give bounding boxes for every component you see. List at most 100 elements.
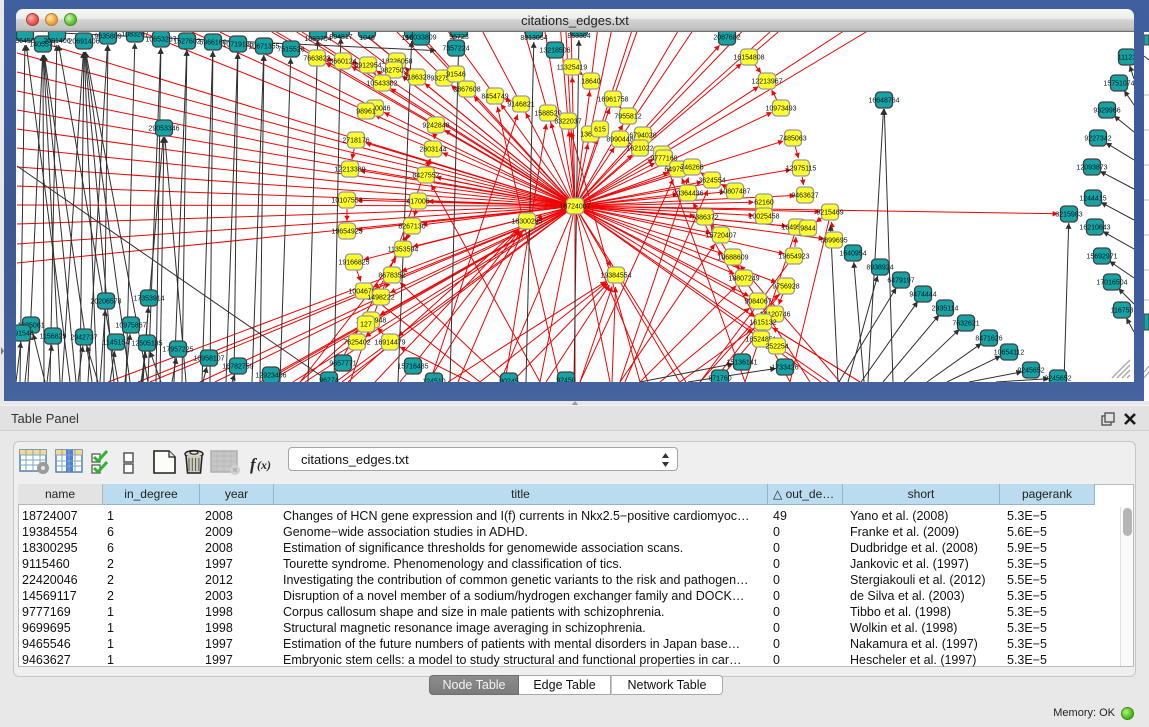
svg-text:2942737: 2942737 bbox=[70, 335, 97, 342]
svg-text:11325419: 11325419 bbox=[557, 65, 588, 72]
svg-text:12213389: 12213389 bbox=[334, 167, 365, 174]
svg-text:11123: 11123 bbox=[1118, 55, 1134, 62]
svg-text:15692971: 15692971 bbox=[1086, 254, 1117, 261]
svg-text:10807487: 10807487 bbox=[719, 189, 750, 196]
svg-text:98961: 98961 bbox=[356, 109, 376, 116]
svg-text:8427552: 8427552 bbox=[412, 173, 439, 180]
svg-text:91546: 91546 bbox=[446, 72, 466, 79]
svg-text:871760: 871760 bbox=[708, 376, 731, 383]
svg-text:18807249: 18807249 bbox=[728, 276, 759, 283]
svg-text:17957225: 17957225 bbox=[162, 347, 193, 354]
svg-text:19384554: 19384554 bbox=[600, 273, 631, 280]
svg-text:1621022: 1621022 bbox=[626, 146, 653, 153]
svg-text:1244415: 1244415 bbox=[1079, 196, 1106, 203]
svg-text:9756928: 9756928 bbox=[772, 284, 799, 291]
svg-text:8938924: 8938924 bbox=[866, 265, 893, 272]
svg-text:9242848: 9242848 bbox=[422, 123, 449, 130]
svg-text:6794028: 6794028 bbox=[629, 133, 656, 140]
svg-text:13218506: 13218506 bbox=[539, 48, 570, 55]
svg-text:10107553: 10107553 bbox=[331, 198, 362, 205]
svg-text:18640: 18640 bbox=[581, 79, 601, 86]
svg-text:7357224: 7357224 bbox=[442, 46, 469, 53]
svg-text:9463627: 9463627 bbox=[791, 193, 818, 200]
svg-text:2935114: 2935114 bbox=[932, 306, 959, 313]
svg-text:1145154: 1145154 bbox=[103, 340, 130, 347]
svg-text:11353594: 11353594 bbox=[388, 247, 419, 254]
svg-text:1498222: 1498222 bbox=[367, 295, 394, 302]
svg-text:2087682: 2087682 bbox=[713, 35, 740, 42]
svg-text:12923406: 12923406 bbox=[255, 373, 286, 380]
svg-text:7515526: 7515526 bbox=[277, 47, 304, 54]
svg-text:10653267: 10653267 bbox=[145, 37, 176, 44]
svg-text:116753: 116753 bbox=[1111, 308, 1134, 315]
svg-text:90245: 90245 bbox=[499, 379, 519, 383]
svg-text:10654112: 10654112 bbox=[994, 350, 1025, 357]
svg-text:7625402: 7625402 bbox=[343, 340, 370, 347]
svg-text:19654925: 19654925 bbox=[331, 229, 362, 236]
svg-text:8678352: 8678352 bbox=[378, 273, 405, 280]
svg-text:10543382: 10543382 bbox=[366, 81, 397, 88]
svg-text:7632621: 7632621 bbox=[952, 321, 979, 328]
svg-text:417006: 417006 bbox=[406, 199, 429, 206]
svg-text:18724007: 18724007 bbox=[559, 204, 590, 211]
svg-text:62160: 62160 bbox=[754, 200, 774, 207]
svg-text:8267130: 8267130 bbox=[398, 224, 425, 231]
svg-text:8912954: 8912954 bbox=[354, 63, 381, 70]
svg-text:16154808: 16154808 bbox=[733, 55, 764, 62]
svg-text:15136141: 15136141 bbox=[726, 360, 757, 367]
svg-text:9827503: 9827503 bbox=[380, 68, 407, 75]
svg-text:29053346: 29053346 bbox=[148, 126, 179, 133]
svg-text:9084067: 9084067 bbox=[744, 299, 771, 306]
svg-text:124510: 124510 bbox=[422, 379, 445, 383]
svg-text:16210643: 16210643 bbox=[1079, 225, 1110, 232]
svg-text:16033809: 16033809 bbox=[405, 35, 436, 42]
svg-text:3215983: 3215983 bbox=[1055, 212, 1082, 219]
svg-text:15720407: 15720407 bbox=[705, 233, 736, 240]
svg-text:9245652: 9245652 bbox=[1044, 376, 1071, 383]
svg-text:20206578: 20206578 bbox=[90, 299, 121, 306]
svg-text:2718176: 2718176 bbox=[342, 138, 369, 145]
svg-text:3624554: 3624554 bbox=[698, 178, 725, 185]
svg-text:9227342: 9227342 bbox=[1084, 136, 1111, 143]
svg-text:10688609: 10688609 bbox=[717, 255, 748, 262]
svg-text:92450: 92450 bbox=[556, 378, 576, 383]
svg-text:7386372: 7386372 bbox=[691, 215, 718, 222]
svg-text:16782759: 16782759 bbox=[222, 364, 253, 371]
svg-text:1156829: 1156829 bbox=[40, 334, 67, 341]
svg-text:2867608: 2867608 bbox=[453, 87, 480, 94]
svg-text:1046: 1046 bbox=[359, 35, 375, 42]
svg-text:9474444: 9474444 bbox=[909, 292, 936, 299]
svg-text:1588520: 1588520 bbox=[534, 111, 561, 118]
svg-text:7485063: 7485063 bbox=[779, 136, 806, 143]
svg-text:9844: 9844 bbox=[800, 226, 816, 233]
svg-text:863304: 863304 bbox=[567, 33, 590, 40]
svg-text:20364436: 20364436 bbox=[672, 191, 703, 198]
svg-text:16914479: 16914479 bbox=[374, 340, 405, 347]
svg-text:127: 127 bbox=[360, 322, 372, 329]
svg-text:6479197: 6479197 bbox=[887, 278, 914, 285]
svg-text:(x): (x) bbox=[257, 458, 271, 472]
svg-text:7663822: 7663822 bbox=[303, 56, 330, 63]
svg-text:1640954: 1640954 bbox=[839, 251, 866, 258]
svg-text:9657771: 9657771 bbox=[329, 361, 356, 368]
svg-text:391544: 391544 bbox=[16, 331, 34, 338]
svg-text:1527602: 1527602 bbox=[173, 39, 200, 46]
svg-text:96274: 96274 bbox=[319, 378, 339, 383]
svg-text:17353914: 17353914 bbox=[133, 296, 164, 303]
svg-text:10958107: 10958107 bbox=[193, 356, 224, 363]
svg-text:10671355: 10671355 bbox=[248, 44, 279, 51]
svg-text:6899695: 6899695 bbox=[820, 238, 847, 245]
svg-text:9146821: 9146821 bbox=[507, 102, 534, 109]
svg-text:1733426: 1733426 bbox=[771, 365, 798, 372]
svg-text:2091406: 2091406 bbox=[43, 38, 70, 45]
svg-text:1615132: 1615132 bbox=[749, 320, 776, 327]
svg-text:8471626: 8471626 bbox=[975, 336, 1002, 343]
svg-text:19166825: 19166825 bbox=[338, 260, 369, 267]
svg-text:19654923: 19654923 bbox=[778, 254, 809, 261]
svg-text:12505135: 12505135 bbox=[131, 341, 162, 348]
svg-text:8660124: 8660124 bbox=[329, 59, 356, 66]
svg-text:17016504: 17016504 bbox=[1096, 280, 1127, 287]
svg-text:1883754: 1883754 bbox=[304, 36, 331, 43]
svg-text:10973493: 10973493 bbox=[765, 106, 796, 113]
svg-text:8454749: 8454749 bbox=[481, 94, 508, 101]
